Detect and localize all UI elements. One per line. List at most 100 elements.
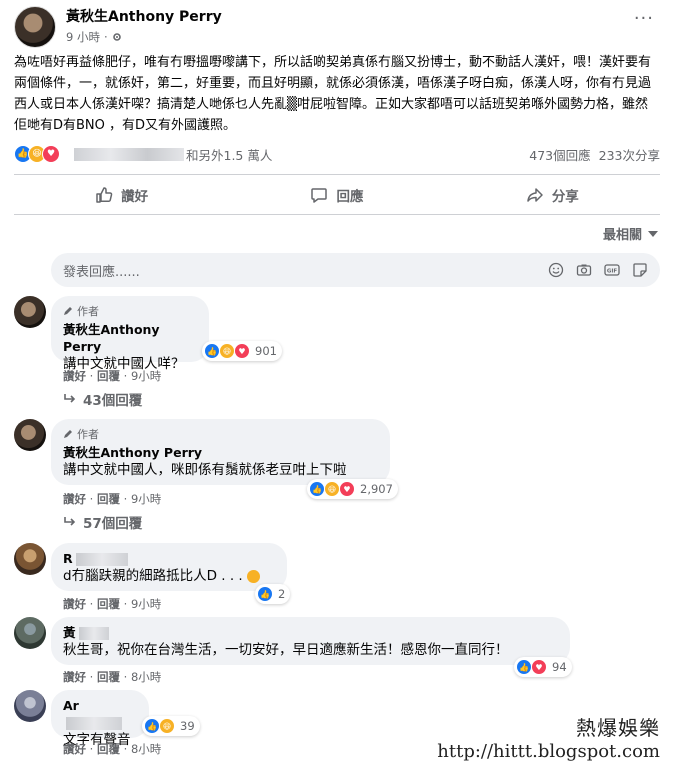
blurred-name bbox=[74, 147, 184, 161]
love-reaction-icon: ♥ bbox=[531, 659, 547, 675]
comment-actions: 讚好 · 回覆 · 9小時 bbox=[63, 597, 162, 611]
author-badge-label: 作者 bbox=[77, 428, 99, 441]
reactions-count-text[interactable]: 和另外1.5 萬人 bbox=[186, 145, 272, 164]
like-button-label: 讚好 bbox=[121, 189, 149, 205]
author-badge: 作者 bbox=[63, 426, 378, 442]
commenter-avatar[interactable] bbox=[14, 296, 46, 328]
view-replies-label: 43個回覆 bbox=[83, 393, 143, 409]
like-reaction-icon: 👍 bbox=[516, 659, 532, 675]
commenter-name[interactable]: 黃秋生Anthony Perry bbox=[63, 321, 197, 355]
haha-reaction-icon: 😆 bbox=[159, 718, 175, 734]
author-badge-label: 作者 bbox=[77, 305, 99, 318]
comment-reactions[interactable]: 👍 😆 39 bbox=[142, 716, 200, 736]
view-replies[interactable]: 57個回覆 bbox=[63, 512, 142, 532]
comment-reply-link[interactable]: 回覆 bbox=[97, 492, 120, 506]
comment-reply-link[interactable]: 回覆 bbox=[97, 597, 120, 611]
author-badge: 作者 bbox=[63, 303, 197, 319]
comment-input-tools: GIF bbox=[548, 262, 648, 278]
comment-button-label: 回應 bbox=[336, 189, 364, 205]
engagement-counts: 473個回應 233次分享 bbox=[529, 145, 660, 164]
comment-reactions[interactable]: 👍 2 bbox=[255, 584, 291, 604]
post-header: 黃秋生Anthony Perry 9 小時 · bbox=[14, 6, 222, 48]
comments-count[interactable]: 473個回應 bbox=[529, 145, 590, 164]
commenter-name[interactable]: Ar bbox=[63, 697, 137, 731]
pencil-icon bbox=[64, 430, 72, 438]
commenter-avatar[interactable] bbox=[14, 419, 46, 451]
comment-time[interactable]: 8小時 bbox=[131, 670, 161, 684]
comment-reaction-count: 94 bbox=[552, 660, 567, 674]
share-button[interactable]: 分享 bbox=[445, 177, 660, 213]
comment-like-link[interactable]: 讚好 bbox=[63, 369, 86, 383]
post-author-name[interactable]: 黃秋生Anthony Perry bbox=[66, 8, 222, 26]
comment-actions: 讚好 · 回覆 · 9小時 bbox=[63, 369, 162, 383]
comment-like-link[interactable]: 讚好 bbox=[63, 670, 86, 684]
blurred-name bbox=[78, 627, 109, 640]
comment-reply-link[interactable]: 回覆 bbox=[97, 670, 120, 684]
reply-arrow-icon bbox=[64, 517, 76, 526]
camera-icon[interactable] bbox=[576, 262, 592, 278]
author-avatar[interactable] bbox=[14, 6, 56, 48]
like-reaction-icon: 👍 bbox=[204, 343, 220, 359]
love-reaction-icon: ♥ bbox=[339, 481, 355, 497]
commenter-name[interactable]: 黃秋生Anthony Perry bbox=[63, 444, 378, 461]
commenter-name[interactable]: R bbox=[63, 550, 275, 567]
comment-bubble: 黃 秋生哥，祝你在台灣生活，一切安好，早日適應新生活！感恩你一直同行！ bbox=[51, 617, 570, 665]
like-reaction-icon: 👍 bbox=[144, 718, 160, 734]
comment-reactions[interactable]: 👍 😆 ♥ 901 bbox=[202, 341, 282, 361]
comment-actions: 讚好 · 回覆 · 8小時 bbox=[63, 742, 162, 756]
divider bbox=[14, 174, 660, 175]
comment-text: 秋生哥，祝你在台灣生活，一切安好，早日適應新生活！感恩你一直同行！ bbox=[63, 642, 509, 658]
comment-sort-dropdown[interactable]: 最相關 bbox=[603, 224, 658, 243]
watermark: 熱爆娛樂 http://hittt.blogspot.com bbox=[437, 712, 660, 762]
sticker-icon[interactable] bbox=[632, 262, 648, 278]
reply-arrow-icon bbox=[64, 394, 76, 403]
comment-time[interactable]: 9小時 bbox=[131, 597, 161, 611]
commenter-avatar[interactable] bbox=[14, 617, 46, 649]
blurred-name bbox=[75, 553, 128, 566]
more-options-icon[interactable]: ··· bbox=[634, 10, 654, 28]
comment-actions: 讚好 · 回覆 · 9小時 bbox=[63, 492, 162, 506]
comment-input-placeholder: 發表回應...... bbox=[63, 264, 140, 280]
thumbs-up-icon bbox=[96, 187, 113, 203]
comment-reply-link[interactable]: 回覆 bbox=[97, 742, 120, 756]
comment-text: d冇腦趺親的細路抵比人D . . . bbox=[63, 567, 275, 586]
commenter-name[interactable]: 黃 bbox=[63, 624, 558, 641]
comment-bubble: R d冇腦趺親的細路抵比人D . . . bbox=[51, 543, 287, 591]
comment-bubble: Ar 文字有聲音 bbox=[51, 690, 149, 748]
comment-reaction-count: 2 bbox=[278, 587, 286, 601]
comment-like-link[interactable]: 讚好 bbox=[63, 492, 86, 506]
comment-reactions[interactable]: 👍 😆 ♥ 2,907 bbox=[307, 479, 398, 499]
comment-reply-link[interactable]: 回覆 bbox=[97, 369, 120, 383]
comment-reaction-count: 39 bbox=[180, 719, 195, 733]
gif-icon[interactable]: GIF bbox=[604, 262, 620, 278]
like-button[interactable]: 讚好 bbox=[14, 177, 229, 213]
post-time-text[interactable]: 9 小時 bbox=[66, 29, 100, 45]
comment-input-field[interactable]: 發表回應...... GIF bbox=[51, 253, 660, 287]
comment-reaction-count: 901 bbox=[255, 344, 277, 358]
emoji-icon[interactable] bbox=[548, 262, 564, 278]
comment-like-link[interactable]: 讚好 bbox=[63, 597, 86, 611]
comment-time[interactable]: 9小時 bbox=[131, 369, 161, 383]
comment-like-link[interactable]: 讚好 bbox=[63, 742, 86, 756]
current-user-avatar bbox=[14, 255, 44, 285]
comment-icon bbox=[311, 188, 328, 203]
sad-emoji-icon bbox=[247, 569, 261, 583]
reaction-icons[interactable]: 👍 😆 ♥ bbox=[14, 145, 60, 163]
comment-time[interactable]: 9小時 bbox=[131, 492, 161, 506]
comment-time[interactable]: 8小時 bbox=[131, 742, 161, 756]
commenter-avatar[interactable] bbox=[14, 543, 46, 575]
svg-text:GIF: GIF bbox=[607, 269, 618, 275]
comment-reactions[interactable]: 👍 ♥ 94 bbox=[514, 657, 572, 677]
shares-count[interactable]: 233次分享 bbox=[599, 145, 660, 164]
view-replies-label: 57個回覆 bbox=[83, 516, 143, 532]
love-reaction-icon: ♥ bbox=[42, 145, 60, 163]
divider bbox=[14, 214, 660, 215]
comment-button[interactable]: 回應 bbox=[229, 177, 444, 213]
like-reaction-icon: 👍 bbox=[309, 481, 325, 497]
commenter-avatar[interactable] bbox=[14, 690, 46, 722]
post-body: 為咗唔好再益條肥仔，唯有冇嘢搵嘢嚟講下，所以話啲契弟真係冇腦又扮博士，動不動話人… bbox=[14, 55, 652, 133]
comment-actions: 讚好 · 回覆 · 8小時 bbox=[63, 670, 162, 684]
comment-bubble: 作者 黃秋生Anthony Perry 講中文就中國人，咪即係有鬚就係老豆咁上下… bbox=[51, 419, 390, 485]
view-replies[interactable]: 43個回覆 bbox=[63, 389, 142, 409]
caret-down-icon bbox=[648, 230, 658, 237]
